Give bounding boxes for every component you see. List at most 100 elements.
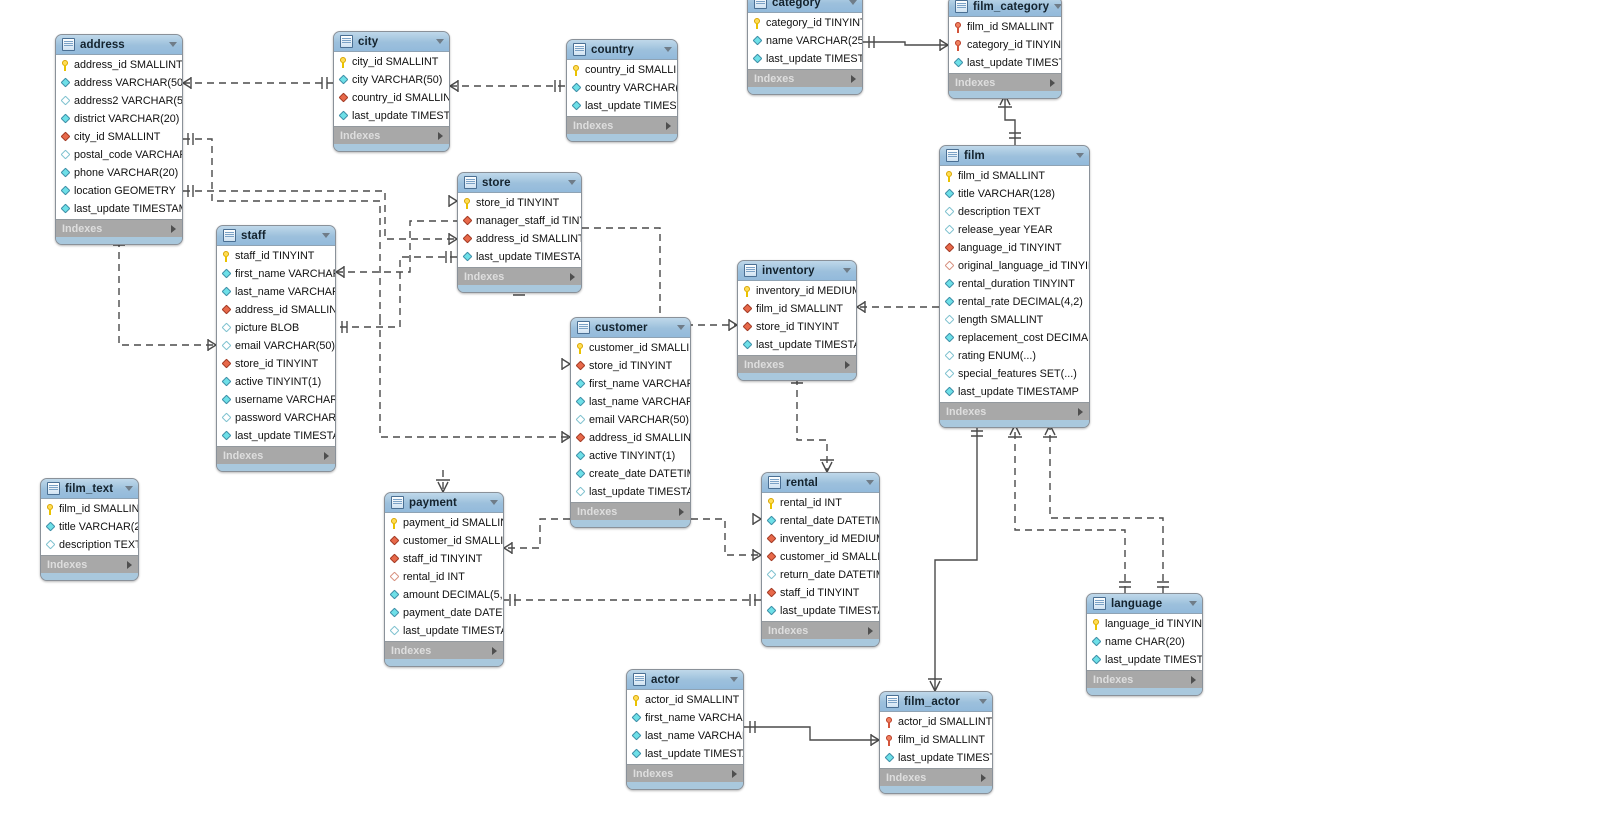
chevron-down-icon[interactable] [490, 500, 498, 505]
column-row[interactable]: address_id SMALLINT [217, 301, 335, 319]
column-row[interactable]: payment_id SMALLINT [385, 514, 503, 532]
column-row[interactable]: staff_id TINYINT [385, 550, 503, 568]
column-row[interactable]: last_update TIMESTAMP [385, 622, 503, 640]
chevron-down-icon[interactable] [849, 0, 857, 5]
chevron-right-icon[interactable] [732, 769, 737, 778]
column-row[interactable]: address2 VARCHAR(50) [56, 92, 182, 110]
column-row[interactable]: picture BLOB [217, 319, 335, 337]
column-row[interactable]: language_id TINYINT [1087, 615, 1202, 633]
column-row[interactable]: postal_code VARCHAR(10) [56, 146, 182, 164]
column-row[interactable]: country_id SMALLINT [567, 61, 677, 79]
column-row[interactable]: rental_rate DECIMAL(4,2) [940, 293, 1089, 311]
column-row[interactable]: last_update TIMESTAMP [738, 336, 856, 354]
column-row[interactable]: length SMALLINT [940, 311, 1089, 329]
chevron-right-icon[interactable] [666, 121, 671, 130]
column-row[interactable]: last_update TIMESTAMP [334, 107, 449, 125]
column-row[interactable]: rental_id INT [762, 494, 879, 512]
chevron-down-icon[interactable] [568, 180, 576, 185]
column-row[interactable]: create_date DATETIME [571, 465, 690, 483]
column-row[interactable]: film_id SMALLINT [738, 300, 856, 318]
column-row[interactable]: address_id SMALLINT [571, 429, 690, 447]
table-header-category[interactable]: category [748, 0, 862, 13]
indexes-section-toggle[interactable]: Indexes [41, 555, 138, 573]
column-row[interactable]: last_update TIMESTAMP [217, 427, 335, 445]
column-row[interactable]: rental_id INT [385, 568, 503, 586]
table-header-payment[interactable]: payment [385, 493, 503, 513]
indexes-section-toggle[interactable]: Indexes [738, 355, 856, 373]
table-node-actor[interactable]: actor actor_id SMALLINT first_name VARCHAR… [626, 669, 744, 790]
column-row[interactable]: special_features SET(...) [940, 365, 1089, 383]
table-header-country[interactable]: country [567, 40, 677, 60]
column-row[interactable]: address_id SMALLINT [458, 230, 581, 248]
indexes-section-toggle[interactable]: Indexes [627, 764, 743, 782]
column-row[interactable]: active TINYINT(1) [571, 447, 690, 465]
column-row[interactable]: name VARCHAR(25) [748, 32, 862, 50]
chevron-down-icon[interactable] [677, 325, 685, 330]
table-node-film[interactable]: film film_id SMALLINT title VARCHAR(128) de… [939, 145, 1090, 428]
column-row[interactable]: active TINYINT(1) [217, 373, 335, 391]
column-row[interactable]: store_id TINYINT [217, 355, 335, 373]
table-node-inventory[interactable]: inventory inventory_id MEDIUMINT film_id S… [737, 260, 857, 381]
indexes-section-toggle[interactable]: Indexes [334, 126, 449, 144]
column-row[interactable]: first_name VARCHAR(45) [571, 375, 690, 393]
indexes-section-toggle[interactable]: Indexes [567, 116, 677, 134]
table-node-customer[interactable]: customer customer_id SMALLINT store_id TIN… [570, 317, 691, 528]
column-row[interactable]: last_update TIMESTAMP [880, 749, 992, 767]
column-row[interactable]: title VARCHAR(255) [41, 518, 138, 536]
table-header-language[interactable]: language [1087, 594, 1202, 614]
column-row[interactable]: last_update TIMESTAMP [458, 248, 581, 266]
table-node-category[interactable]: category category_id TINYINT name VARCHAR(… [747, 0, 863, 95]
column-row[interactable]: description TEXT [940, 203, 1089, 221]
column-row[interactable]: last_update TIMESTAMP [748, 50, 862, 68]
table-header-city[interactable]: city [334, 32, 449, 52]
column-row[interactable]: city VARCHAR(50) [334, 71, 449, 89]
column-row[interactable]: amount DECIMAL(5,2) [385, 586, 503, 604]
indexes-section-toggle[interactable]: Indexes [385, 641, 503, 659]
column-row[interactable]: last_update TIMESTAMP [762, 602, 879, 620]
column-row[interactable]: last_update TIMESTAMP [949, 54, 1061, 72]
column-row[interactable]: film_id SMALLINT [949, 18, 1061, 36]
column-row[interactable]: category_id TINYINT [748, 14, 862, 32]
eer-diagram-canvas[interactable]: address address_id SMALLINT address VARCHA… [0, 0, 1614, 816]
chevron-down-icon[interactable] [1076, 153, 1084, 158]
column-row[interactable]: rental_duration TINYINT [940, 275, 1089, 293]
chevron-down-icon[interactable] [843, 268, 851, 273]
table-header-inventory[interactable]: inventory [738, 261, 856, 281]
chevron-right-icon[interactable] [981, 773, 986, 782]
column-row[interactable]: description TEXT [41, 536, 138, 554]
column-row[interactable]: replacement_cost DECIMAL(5,2) [940, 329, 1089, 347]
column-row[interactable]: city_id SMALLINT [334, 53, 449, 71]
column-row[interactable]: rental_date DATETIME [762, 512, 879, 530]
column-row[interactable]: actor_id SMALLINT [880, 713, 992, 731]
column-row[interactable]: first_name VARCHAR(45) [217, 265, 335, 283]
column-row[interactable]: staff_id TINYINT [217, 247, 335, 265]
column-row[interactable]: payment_date DATETIME [385, 604, 503, 622]
column-row[interactable]: country_id SMALLINT [334, 89, 449, 107]
column-row[interactable]: customer_id SMALLINT [571, 339, 690, 357]
table-node-film_category[interactable]: film_category film_id SMALLINT category_id… [948, 0, 1062, 99]
indexes-section-toggle[interactable]: Indexes [571, 502, 690, 520]
indexes-section-toggle[interactable]: Indexes [940, 402, 1089, 420]
indexes-section-toggle[interactable]: Indexes [880, 768, 992, 786]
column-row[interactable]: password VARCHAR(40) [217, 409, 335, 427]
indexes-section-toggle[interactable]: Indexes [949, 73, 1061, 91]
chevron-right-icon[interactable] [1050, 78, 1055, 87]
table-header-film[interactable]: film [940, 146, 1089, 166]
chevron-down-icon[interactable] [979, 699, 987, 704]
chevron-down-icon[interactable] [664, 47, 672, 52]
column-row[interactable]: phone VARCHAR(20) [56, 164, 182, 182]
column-row[interactable]: customer_id SMALLINT [385, 532, 503, 550]
indexes-section-toggle[interactable]: Indexes [748, 69, 862, 87]
chevron-down-icon[interactable] [125, 486, 133, 491]
column-row[interactable]: district VARCHAR(20) [56, 110, 182, 128]
column-row[interactable]: store_id TINYINT [458, 194, 581, 212]
table-node-payment[interactable]: payment payment_id SMALLINT customer_id SM… [384, 492, 504, 667]
column-row[interactable]: username VARCHAR(16) [217, 391, 335, 409]
table-header-film_actor[interactable]: film_actor [880, 692, 992, 712]
column-row[interactable]: return_date DATETIME [762, 566, 879, 584]
column-row[interactable]: manager_staff_id TINYINT [458, 212, 581, 230]
column-row[interactable]: title VARCHAR(128) [940, 185, 1089, 203]
table-node-staff[interactable]: staff staff_id TINYINT first_name VARCHAR(… [216, 225, 336, 472]
column-row[interactable]: address_id SMALLINT [56, 56, 182, 74]
column-row[interactable]: location GEOMETRY [56, 182, 182, 200]
